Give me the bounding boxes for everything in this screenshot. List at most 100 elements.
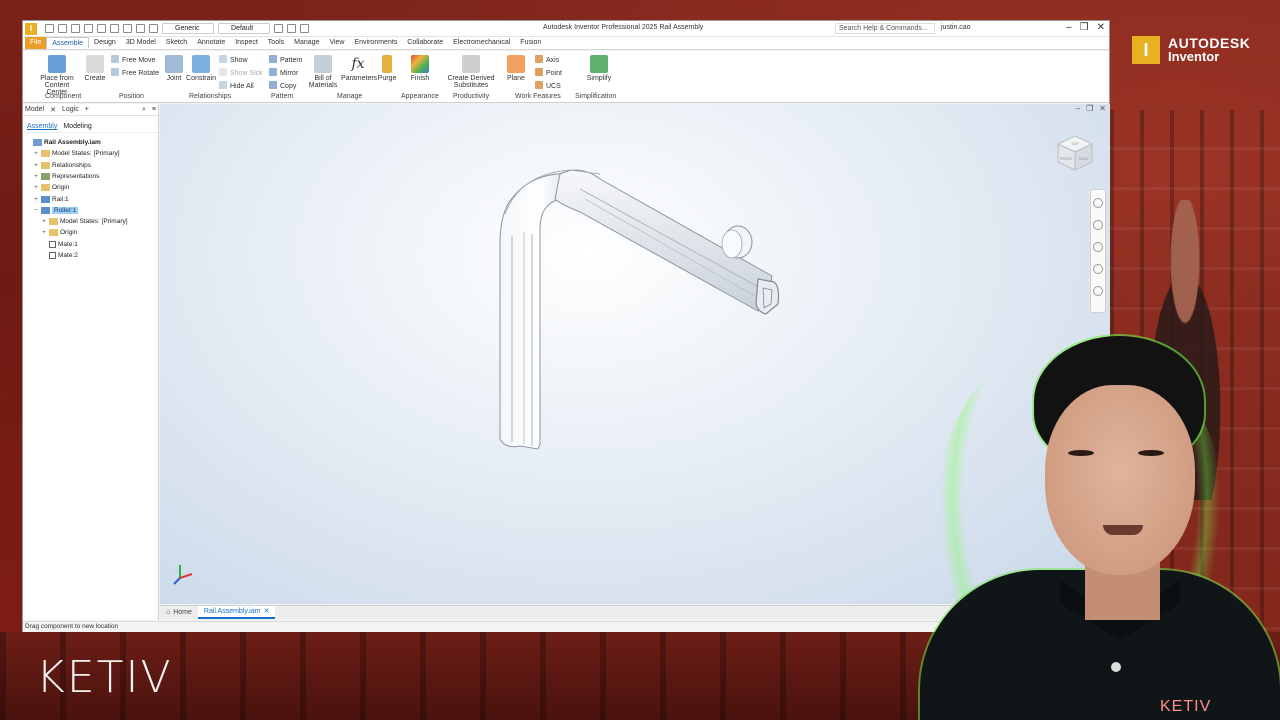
close-icon[interactable]: ✕	[1097, 22, 1105, 33]
panel-component[interactable]: Component	[45, 93, 81, 100]
expand-toggle-icon[interactable]: +	[33, 150, 39, 157]
add-tab-icon[interactable]: +	[85, 106, 89, 113]
pan-icon[interactable]	[1093, 220, 1103, 230]
clear-appearance-icon[interactable]	[287, 24, 296, 33]
user-account[interactable]: justin.cao	[941, 24, 971, 31]
save-icon[interactable]	[71, 24, 80, 33]
tab-rail-assembly[interactable]: Rail Assembly.iam ✕	[197, 605, 276, 619]
tab-model[interactable]: Model	[25, 106, 44, 113]
material-combo[interactable]: Generic	[162, 23, 214, 34]
browser-search-icon[interactable]: ⌕	[142, 106, 146, 114]
tab-sketch[interactable]: Sketch	[161, 37, 192, 49]
tree-node[interactable]: Mate:2	[41, 252, 78, 259]
create-derived-substitutes-button[interactable]: Create Derived Substitutes	[445, 55, 497, 89]
finish-button[interactable]: Finish	[407, 55, 433, 82]
new-icon[interactable]	[45, 24, 54, 33]
viewcube-back-label[interactable]: BACK	[1079, 157, 1089, 161]
viewcube-top-label[interactable]: TOP	[1071, 142, 1079, 146]
update-icon[interactable]	[123, 24, 132, 33]
panel-relationships[interactable]: Relationships	[189, 93, 231, 100]
tab-design[interactable]: Design	[89, 37, 121, 49]
tab-fusion[interactable]: Fusion	[515, 37, 546, 49]
tree-node[interactable]: − Roller:1	[33, 206, 79, 214]
home-icon[interactable]	[110, 24, 119, 33]
hide-all-button[interactable]: Hide All	[219, 81, 254, 90]
tab-inspect[interactable]: Inspect	[230, 37, 263, 49]
create-button[interactable]: Create	[83, 55, 107, 82]
expand-toggle-icon[interactable]: −	[33, 207, 39, 214]
close-model-tab-icon[interactable]: ✕	[50, 106, 56, 114]
tree-node[interactable]: + Relationships	[33, 161, 91, 169]
expand-toggle-icon[interactable]: +	[33, 173, 39, 180]
panel-position[interactable]: Position	[119, 93, 144, 100]
axis-button[interactable]: Axis	[535, 55, 559, 64]
parameters-button[interactable]: fx Parameters	[341, 55, 377, 82]
simplify-button[interactable]: Simplify	[585, 55, 613, 82]
appearance-icon[interactable]	[274, 24, 283, 33]
expand-toggle-icon[interactable]: +	[33, 196, 39, 203]
copy-button[interactable]: Copy	[269, 81, 296, 90]
ucs-button[interactable]: UCS	[535, 81, 561, 90]
expand-toggle-icon[interactable]: +	[41, 218, 47, 225]
free-rotate-button[interactable]: Free Rotate	[111, 68, 159, 77]
tab-3d-model[interactable]: 3D Model	[121, 37, 161, 49]
expand-toggle-icon[interactable]: +	[33, 184, 39, 191]
redo-icon[interactable]	[97, 24, 106, 33]
constrain-button[interactable]: Constrain	[186, 55, 216, 82]
pattern-button[interactable]: Pattern	[269, 55, 303, 64]
measure-icon[interactable]	[149, 24, 158, 33]
look-at-icon[interactable]	[1093, 286, 1103, 296]
panel-manage[interactable]: Manage	[337, 93, 362, 100]
close-document-icon[interactable]: ✕	[264, 605, 270, 618]
tab-annotate[interactable]: Annotate	[192, 37, 230, 49]
tree-node[interactable]: + Model States: [Primary]	[41, 218, 128, 226]
steering-wheel-icon[interactable]	[1093, 198, 1103, 208]
purge-button[interactable]: Purge	[375, 55, 399, 82]
parameters-qat-icon[interactable]	[300, 24, 309, 33]
viewcube[interactable]: TOP FRONT BACK	[1056, 134, 1094, 172]
orbit-icon[interactable]	[1093, 264, 1103, 274]
tree-node[interactable]: Rail Assembly.iam	[25, 139, 101, 146]
tab-home[interactable]: ⌂ Home	[160, 606, 198, 619]
tab-electromechanical[interactable]: Electromechanical	[448, 37, 515, 49]
tree-node[interactable]: + Rail:1	[33, 195, 69, 203]
plane-button[interactable]: Plane	[505, 55, 527, 82]
expand-toggle-icon[interactable]: +	[41, 229, 47, 236]
tree-node[interactable]: + Origin	[33, 184, 69, 192]
undo-icon[interactable]	[84, 24, 93, 33]
tab-file[interactable]: File	[25, 37, 47, 49]
tree-node[interactable]: Mate:1	[41, 240, 78, 248]
tree-node[interactable]: + Model States: [Primary]	[33, 150, 120, 158]
zoom-icon[interactable]	[1093, 242, 1103, 252]
inventor-app-icon[interactable]: I	[25, 22, 37, 35]
tree-node[interactable]: + Representations	[33, 172, 99, 180]
viewcube-front-label[interactable]: FRONT	[1060, 157, 1073, 161]
tab-assemble[interactable]: Assemble	[46, 37, 90, 49]
place-from-content-center-button[interactable]: Place from Content Center	[35, 55, 79, 96]
mirror-button[interactable]: Mirror	[269, 68, 298, 77]
panel-pattern[interactable]: Pattern	[271, 93, 294, 100]
roller-part[interactable]	[721, 225, 753, 259]
show-sick-button[interactable]: Show Sick	[219, 68, 263, 77]
tab-view[interactable]: View	[324, 37, 349, 49]
select-icon[interactable]	[136, 24, 145, 33]
joint-button[interactable]: Joint	[163, 55, 185, 82]
expand-toggle-icon[interactable]: +	[33, 162, 39, 169]
panel-simplification[interactable]: Simplification	[575, 93, 616, 100]
rail-part[interactable]	[499, 169, 780, 450]
restore-icon[interactable]: ❐	[1080, 22, 1089, 33]
search-help-input[interactable]: Search Help & Commands...	[835, 23, 935, 34]
browser-menu-icon[interactable]: ≡	[152, 106, 156, 113]
tab-tools[interactable]: Tools	[263, 37, 289, 49]
point-button[interactable]: Point	[535, 68, 562, 77]
appearance-combo[interactable]: Default	[218, 23, 270, 34]
tree-node[interactable]: + Origin	[41, 229, 77, 237]
tab-modeling[interactable]: Modeling	[63, 123, 91, 130]
tab-assembly[interactable]: Assembly	[27, 123, 57, 130]
tab-environments[interactable]: Environments	[349, 37, 402, 49]
tab-logic[interactable]: Logic	[62, 106, 79, 113]
free-move-button[interactable]: Free Move	[111, 55, 155, 64]
minimize-icon[interactable]: –	[1066, 22, 1072, 33]
tab-collaborate[interactable]: Collaborate	[402, 37, 448, 49]
open-icon[interactable]	[58, 24, 67, 33]
